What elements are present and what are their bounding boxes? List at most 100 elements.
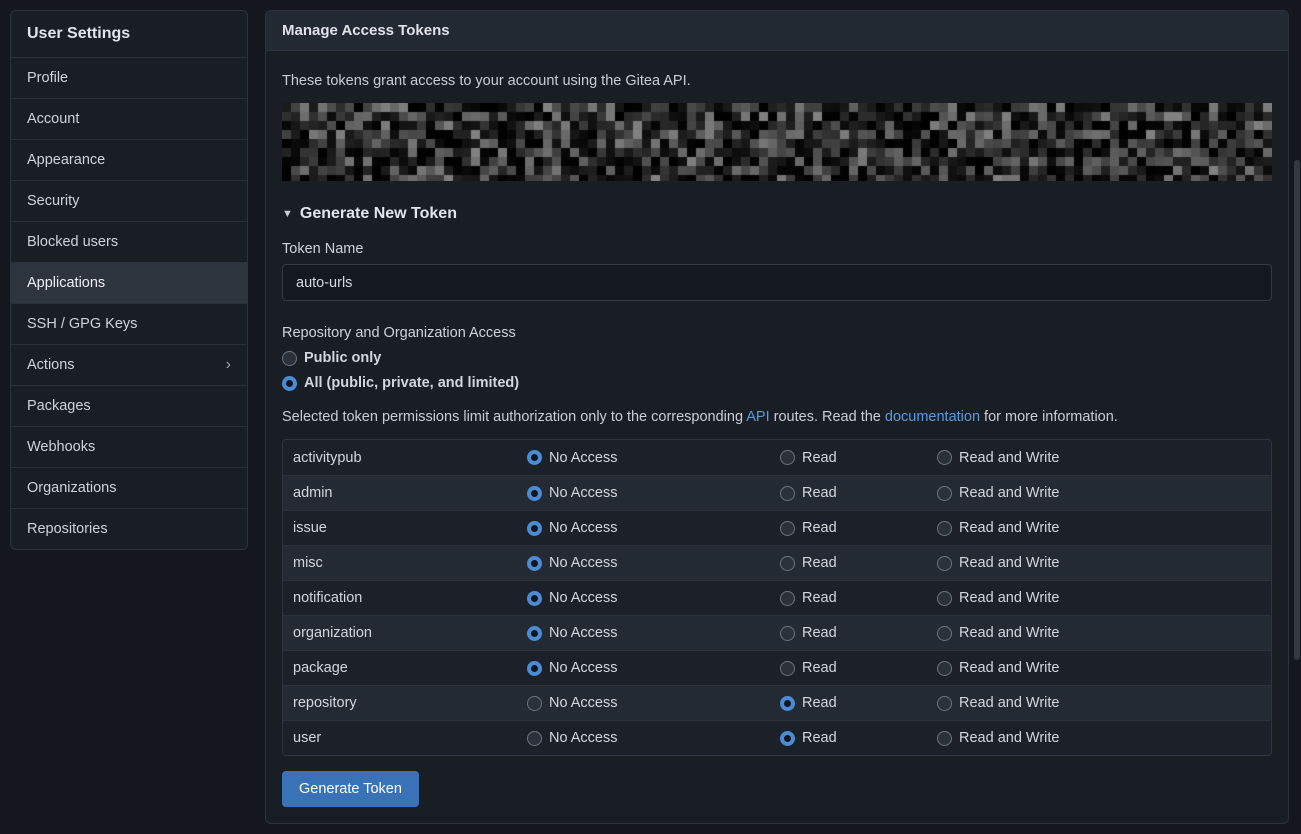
radio-option-read-write[interactable]: Read and Write xyxy=(937,695,1271,711)
permission-row-misc: misc No Access Read Read and Write xyxy=(283,545,1271,580)
radio-icon xyxy=(937,661,952,676)
sidebar-item-applications[interactable]: Applications xyxy=(11,262,247,303)
radio-option-read[interactable]: Read xyxy=(780,730,937,746)
permissions-table: activitypub No Access Read Read and Writ… xyxy=(282,439,1272,756)
permission-row-package: package No Access Read Read and Write xyxy=(283,650,1271,685)
scrollbar-thumb[interactable] xyxy=(1294,160,1300,660)
sidebar-item-label: Applications xyxy=(27,275,105,291)
sidebar-item-account[interactable]: Account xyxy=(11,98,247,139)
radio-icon xyxy=(937,591,952,606)
radio-label: All (public, private, and limited) xyxy=(304,375,519,391)
generate-token-button[interactable]: Generate Token xyxy=(282,771,419,807)
permission-name: organization xyxy=(283,625,527,641)
sidebar-item-organizations[interactable]: Organizations xyxy=(11,467,247,508)
sidebar-item-packages[interactable]: Packages xyxy=(11,385,247,426)
radio-option-read[interactable]: Read xyxy=(780,485,937,501)
api-link[interactable]: API xyxy=(746,409,769,425)
radio-option-read-write[interactable]: Read and Write xyxy=(937,730,1271,746)
radio-label: Read xyxy=(802,590,837,606)
radio-icon xyxy=(527,450,542,465)
radio-option-no-access[interactable]: No Access xyxy=(527,730,780,746)
radio-option-no-access[interactable]: No Access xyxy=(527,660,780,676)
radio-option-read-write[interactable]: Read and Write xyxy=(937,625,1271,641)
radio-label: Read xyxy=(802,520,837,536)
sidebar-item-profile[interactable]: Profile xyxy=(11,57,247,98)
page: User Settings Profile Account Appearance… xyxy=(0,0,1301,834)
radio-option-read-write[interactable]: Read and Write xyxy=(937,660,1271,676)
radio-option-read-write[interactable]: Read and Write xyxy=(937,520,1271,536)
generate-new-token-toggle[interactable]: ▼ Generate New Token xyxy=(282,205,1272,223)
radio-label: Read and Write xyxy=(959,555,1059,571)
radio-label: No Access xyxy=(549,625,618,641)
radio-option-no-access[interactable]: No Access xyxy=(527,590,780,606)
permission-name: admin xyxy=(283,485,527,501)
radio-icon xyxy=(780,626,795,641)
radio-option-read-write[interactable]: Read and Write xyxy=(937,485,1271,501)
radio-option-read[interactable]: Read xyxy=(780,625,937,641)
sidebar-item-webhooks[interactable]: Webhooks xyxy=(11,426,247,467)
permission-name: package xyxy=(283,660,527,676)
token-name-label: Token Name xyxy=(282,241,1272,257)
sidebar-item-label: Organizations xyxy=(27,480,116,496)
radio-option-read[interactable]: Read xyxy=(780,520,937,536)
radio-option-no-access[interactable]: No Access xyxy=(527,485,780,501)
radio-icon xyxy=(527,626,542,641)
permission-row-activitypub: activitypub No Access Read Read and Writ… xyxy=(283,440,1271,475)
radio-label: Read and Write xyxy=(959,590,1059,606)
radio-icon xyxy=(527,521,542,536)
radio-icon xyxy=(527,661,542,676)
sidebar-item-appearance[interactable]: Appearance xyxy=(11,139,247,180)
radio-icon xyxy=(937,450,952,465)
radio-option-no-access[interactable]: No Access xyxy=(527,520,780,536)
radio-label: Read xyxy=(802,730,837,746)
sidebar-item-security[interactable]: Security xyxy=(11,180,247,221)
access-option-all[interactable]: All (public, private, and limited) xyxy=(282,375,1272,391)
permission-name: issue xyxy=(283,520,527,536)
sidebar-item-label: Actions xyxy=(27,357,75,373)
sidebar-item-blocked-users[interactable]: Blocked users xyxy=(11,221,247,262)
sidebar-item-repositories[interactable]: Repositories xyxy=(11,508,247,549)
radio-icon xyxy=(937,521,952,536)
radio-icon xyxy=(527,486,542,501)
radio-icon xyxy=(527,556,542,571)
note-text: for more information. xyxy=(980,409,1118,425)
permissions-note: Selected token permissions limit authori… xyxy=(282,409,1272,425)
sidebar-item-label: Webhooks xyxy=(27,439,95,455)
permission-row-organization: organization No Access Read Read and Wri… xyxy=(283,615,1271,650)
radio-option-read-write[interactable]: Read and Write xyxy=(937,590,1271,606)
radio-label: No Access xyxy=(549,555,618,571)
sidebar-item-actions[interactable]: Actions › xyxy=(11,344,247,385)
radio-icon xyxy=(527,731,542,746)
radio-label: Read and Write xyxy=(959,520,1059,536)
caret-down-icon: ▼ xyxy=(282,208,293,220)
radio-label: Read xyxy=(802,555,837,571)
sidebar-item-ssh-gpg-keys[interactable]: SSH / GPG Keys xyxy=(11,303,247,344)
radio-label: Read xyxy=(802,625,837,641)
radio-option-read[interactable]: Read xyxy=(780,555,937,571)
radio-icon xyxy=(780,696,795,711)
radio-label: No Access xyxy=(549,520,618,536)
radio-label: Public only xyxy=(304,350,381,366)
radio-option-read-write[interactable]: Read and Write xyxy=(937,450,1271,466)
radio-icon xyxy=(282,351,297,366)
generate-new-token-title: Generate New Token xyxy=(300,205,457,223)
radio-option-no-access[interactable]: No Access xyxy=(527,625,780,641)
sidebar-item-label: Repositories xyxy=(27,521,108,537)
radio-option-no-access[interactable]: No Access xyxy=(527,555,780,571)
radio-label: Read and Write xyxy=(959,695,1059,711)
radio-option-read[interactable]: Read xyxy=(780,450,937,466)
radio-option-read[interactable]: Read xyxy=(780,695,937,711)
radio-option-no-access[interactable]: No Access xyxy=(527,450,780,466)
radio-option-read-write[interactable]: Read and Write xyxy=(937,555,1271,571)
radio-icon xyxy=(527,696,542,711)
radio-option-no-access[interactable]: No Access xyxy=(527,695,780,711)
radio-option-read[interactable]: Read xyxy=(780,590,937,606)
radio-icon xyxy=(780,556,795,571)
access-option-public-only[interactable]: Public only xyxy=(282,350,1272,366)
radio-label: Read and Write xyxy=(959,450,1059,466)
sidebar-item-label: Packages xyxy=(27,398,91,414)
token-name-input[interactable] xyxy=(282,264,1272,301)
radio-icon xyxy=(780,486,795,501)
documentation-link[interactable]: documentation xyxy=(885,409,980,425)
radio-option-read[interactable]: Read xyxy=(780,660,937,676)
